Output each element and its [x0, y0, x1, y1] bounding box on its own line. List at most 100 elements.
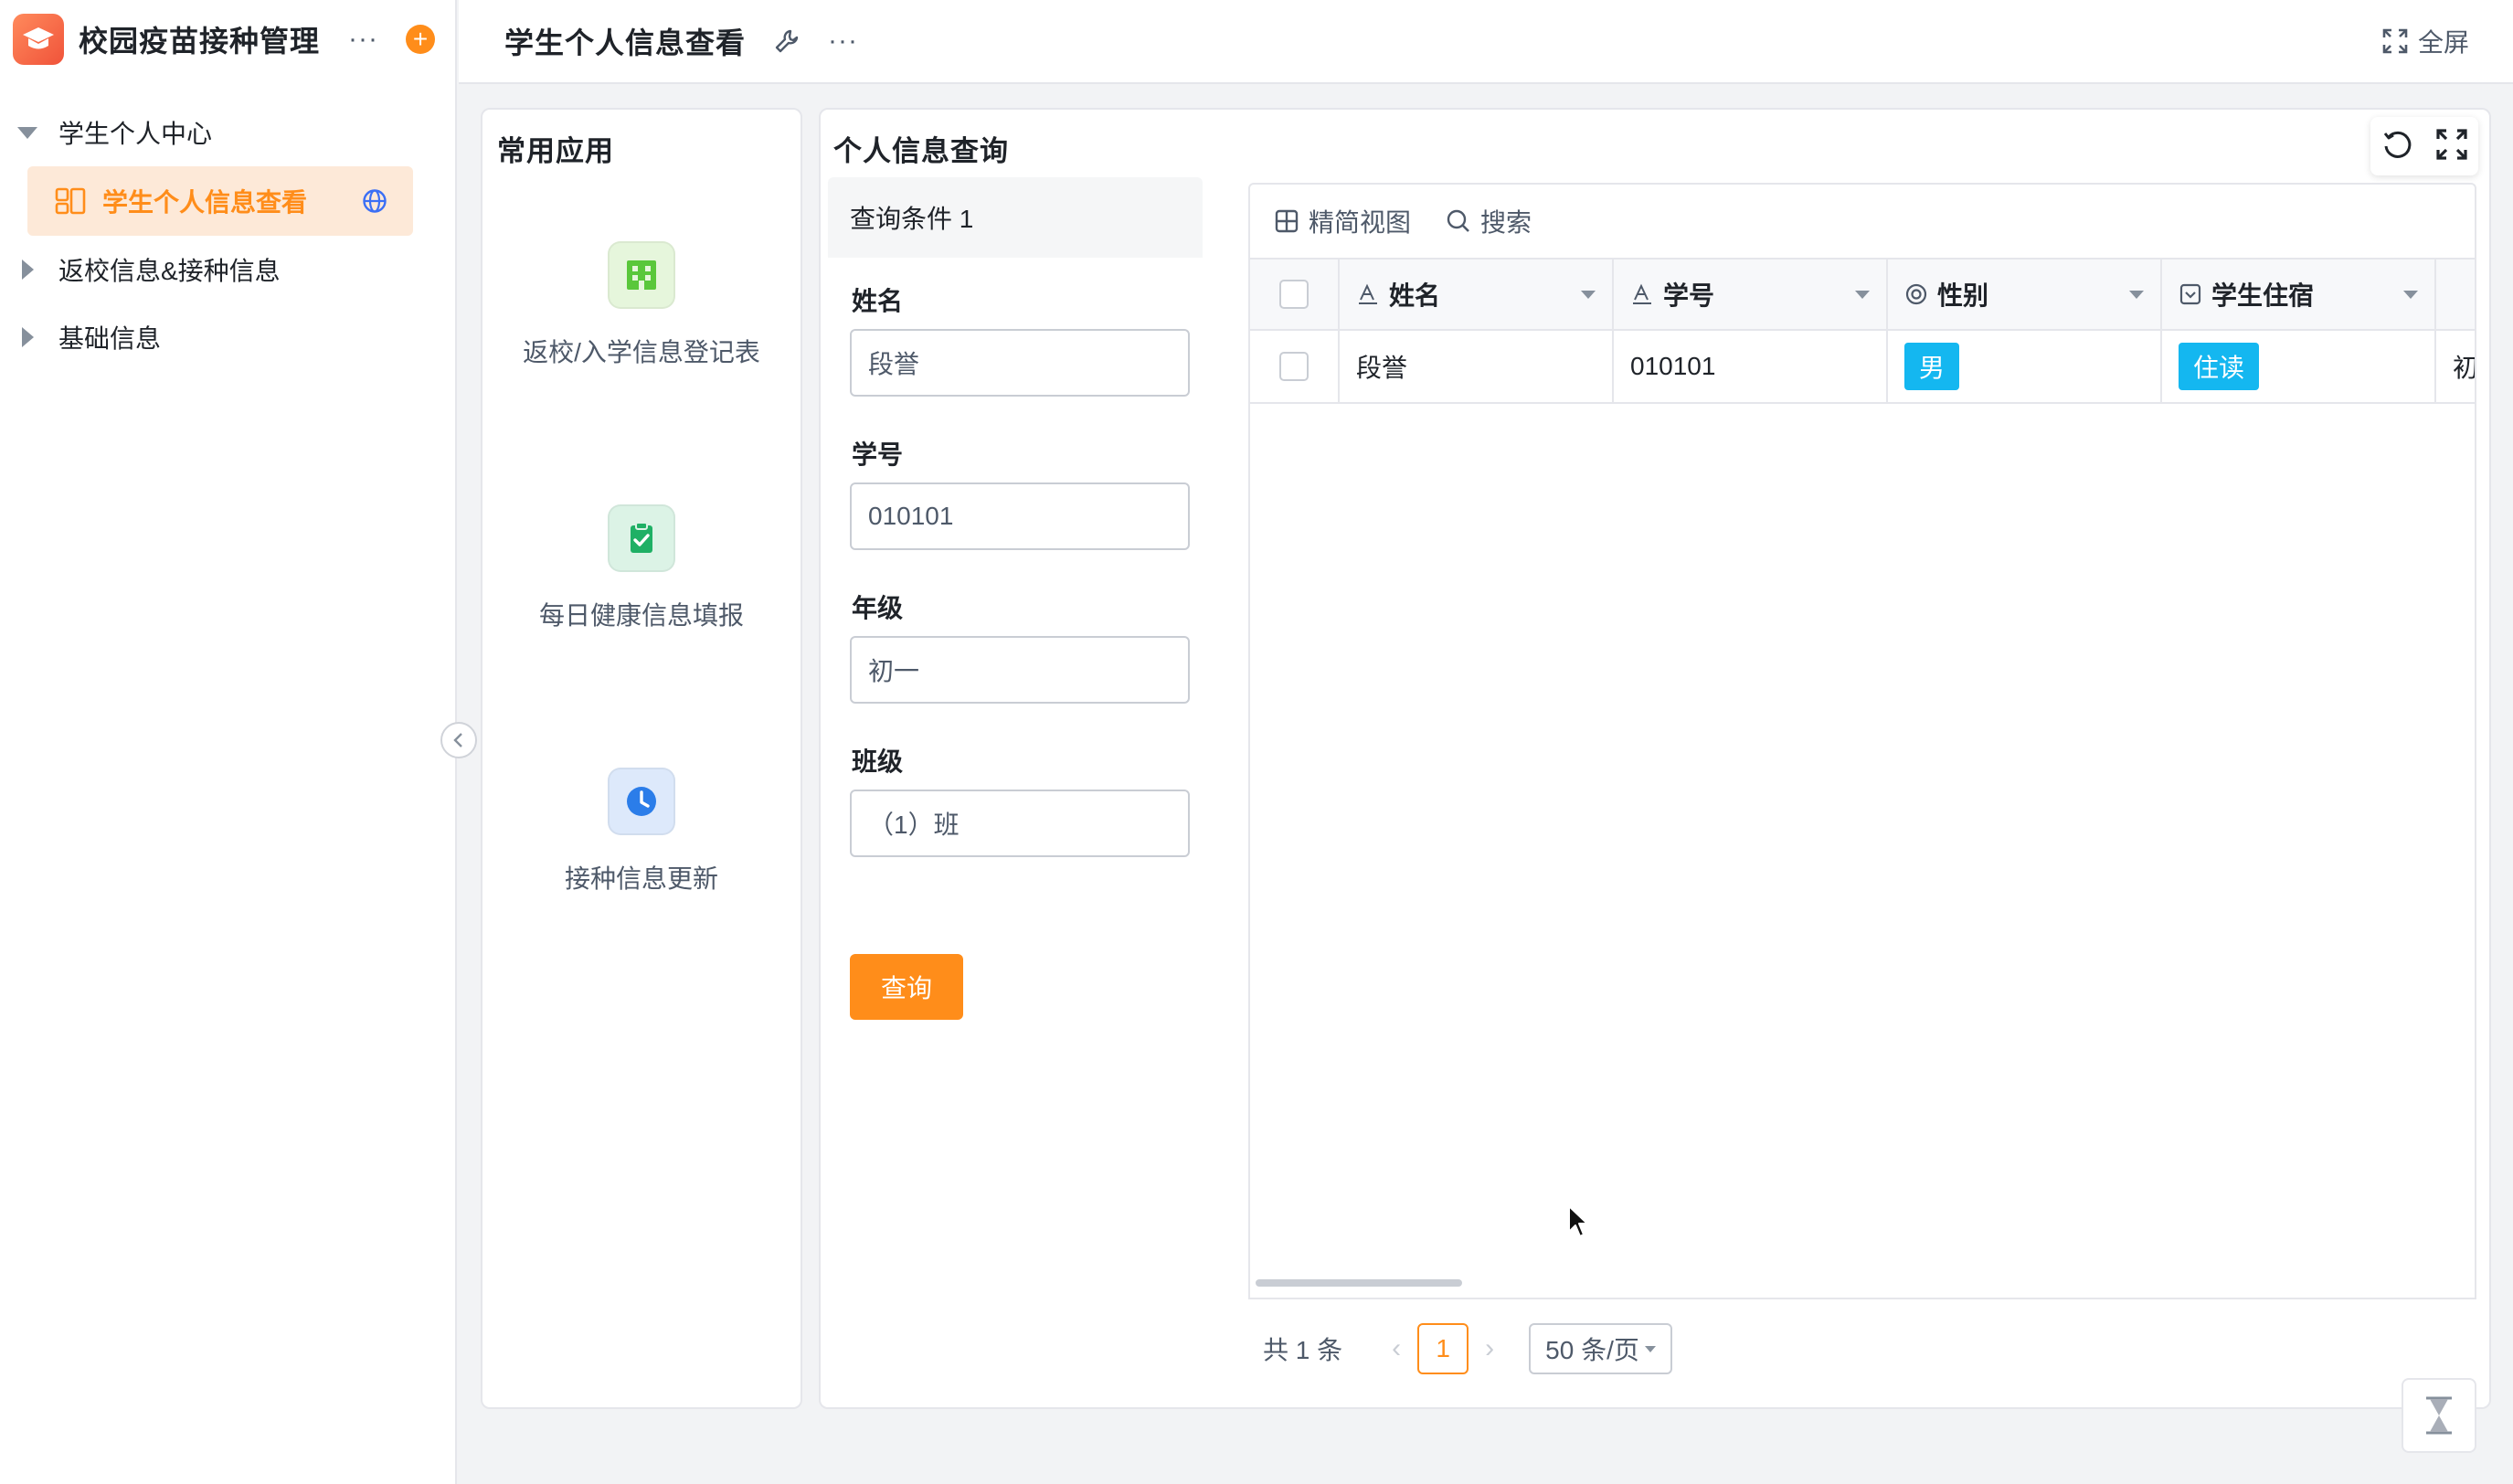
top-bar: 学生个人信息查看 ··· 全屏 — [459, 0, 2513, 84]
field-label-name: 姓名 — [852, 287, 904, 315]
chevron-right-icon — [16, 326, 38, 348]
app-title: 校园疫苗接种管理 — [79, 25, 321, 58]
app-label: 接种信息更新 — [564, 864, 718, 893]
sort-caret-icon[interactable] — [1855, 290, 1870, 299]
chevron-down-icon — [1644, 1345, 1656, 1352]
column-header-overflow — [2436, 260, 2475, 329]
gender-tag: 男 — [1904, 343, 1960, 390]
prev-page-icon[interactable]: ‹ — [1392, 1333, 1401, 1364]
expand-icon[interactable] — [2435, 128, 2468, 165]
query-condition-panel: 查询条件 1 姓名 段誉 学号 010101 年级 初一 班级 （1）班 查询 — [828, 177, 1203, 1402]
text-field-icon — [1359, 283, 1377, 304]
sidebar: 校园疫苗接种管理 ··· + 学生个人中心 学生个人信息查看 返校信息&接种信息… — [0, 0, 457, 1484]
sidebar-item-return-vaccine[interactable]: 返校信息&接种信息 — [0, 236, 455, 303]
page-title: 学生个人信息查看 — [504, 26, 747, 59]
select-all-checkbox[interactable] — [1279, 280, 1309, 309]
page-size-label: 50 条/页 — [1545, 1336, 1639, 1364]
app-entry-daily-health[interactable]: 每日健康信息填报 — [482, 504, 801, 632]
column-label: 学生住宿 — [2211, 281, 2315, 310]
cell-student-id: 010101 — [1614, 331, 1888, 402]
building-icon — [608, 241, 675, 309]
page-more-icon[interactable]: ··· — [828, 27, 858, 55]
sidebar-header: 校园疫苗接种管理 ··· + — [0, 0, 455, 79]
cell-name: 段誉 — [1340, 331, 1614, 402]
app-entry-vaccine-update[interactable]: 接种信息更新 — [482, 768, 801, 896]
pagination: 共 1 条 ‹ 1 › 50 条/页 — [1248, 1298, 2476, 1398]
wrench-icon[interactable] — [773, 27, 801, 55]
name-input[interactable]: 段誉 — [850, 329, 1190, 397]
sort-caret-icon[interactable] — [2129, 290, 2144, 299]
refresh-icon[interactable] — [2381, 128, 2414, 165]
app-label: 返校/入学信息登记表 — [523, 338, 760, 366]
app-more-icon[interactable]: ··· — [348, 26, 378, 53]
fullscreen-label: 全屏 — [2417, 28, 2469, 57]
add-icon[interactable]: + — [406, 25, 435, 54]
horizontal-scrollbar[interactable] — [1256, 1279, 1462, 1287]
sidebar-item-label: 学生个人中心 — [58, 120, 213, 148]
table-toolbar: 精简视图 搜索 — [1250, 185, 2475, 258]
sidebar-item-student-center[interactable]: 学生个人中心 — [0, 99, 455, 166]
column-label: 学号 — [1663, 281, 1715, 310]
row-checkbox[interactable] — [1279, 352, 1309, 381]
student-id-input[interactable]: 010101 — [850, 482, 1190, 550]
table-row[interactable]: 段誉 010101 男 住读 初 — [1250, 331, 2476, 404]
common-apps-title: 常用应用 — [497, 135, 614, 167]
field-label-student-id: 学号 — [852, 440, 904, 469]
column-header-name[interactable]: 姓名 — [1340, 260, 1614, 329]
search-label: 搜索 — [1480, 208, 1532, 237]
header-checkbox-cell — [1250, 260, 1340, 329]
sort-caret-icon[interactable] — [1581, 290, 1596, 299]
class-input[interactable]: （1）班 — [850, 790, 1190, 857]
cell-gender: 男 — [1888, 331, 2162, 402]
sidebar-item-label: 基础信息 — [58, 324, 162, 353]
hourglass-icon[interactable] — [2402, 1378, 2476, 1453]
chevron-left-icon — [453, 733, 462, 747]
globe-icon[interactable] — [362, 188, 387, 214]
page-number-button[interactable]: 1 — [1417, 1323, 1469, 1374]
condition-header: 查询条件 1 — [828, 177, 1203, 258]
query-button[interactable]: 查询 — [850, 954, 963, 1020]
grid-icon — [1275, 209, 1299, 233]
field-label-class: 班级 — [852, 747, 904, 776]
column-label: 性别 — [1937, 281, 1989, 310]
collapse-sidebar-button[interactable] — [440, 722, 477, 758]
page-size-select[interactable]: 50 条/页 — [1529, 1323, 1672, 1374]
dashboard-page-icon — [55, 187, 86, 215]
radio-field-icon — [1905, 283, 1927, 305]
grade-input[interactable]: 初一 — [850, 636, 1190, 704]
cell-grade-partial: 初 — [2453, 354, 2476, 382]
clock-icon — [608, 768, 675, 835]
chevron-down-icon — [16, 122, 38, 143]
sidebar-item-basic-info[interactable]: 基础信息 — [0, 303, 455, 371]
select-field-icon — [2179, 283, 2201, 305]
next-page-icon[interactable]: › — [1485, 1333, 1494, 1364]
query-title: 个人信息查询 — [833, 135, 1009, 167]
fullscreen-button[interactable]: 全屏 — [2381, 23, 2469, 59]
mouse-cursor-icon — [1566, 1204, 1590, 1244]
compact-view-button[interactable]: 精简视图 — [1274, 203, 1411, 239]
sidebar-item-label: 返校信息&接种信息 — [58, 257, 281, 285]
sort-caret-icon[interactable] — [2403, 290, 2418, 299]
chevron-right-icon — [16, 259, 38, 281]
sidebar-tree: 学生个人中心 学生个人信息查看 返校信息&接种信息 基础信息 — [0, 79, 455, 371]
graduation-cap-icon[interactable] — [13, 14, 64, 65]
search-button[interactable]: 搜索 — [1446, 203, 1532, 239]
common-apps-card: 常用应用 返校/入学信息登记表 每日健康信息填报 接种信息更新 — [481, 108, 802, 1409]
cell-dorm: 住读 — [2162, 331, 2436, 402]
app-label: 每日健康信息填报 — [538, 601, 744, 630]
pagination-total: 共 1 条 — [1263, 1336, 1343, 1364]
column-header-gender[interactable]: 性别 — [1888, 260, 2162, 329]
row-checkbox-cell — [1250, 331, 1340, 402]
column-header-student-id[interactable]: 学号 — [1614, 260, 1888, 329]
compact-view-label: 精简视图 — [1309, 208, 1412, 237]
search-icon — [1447, 209, 1469, 232]
fullscreen-icon — [2382, 28, 2408, 54]
sidebar-item-student-info[interactable]: 学生个人信息查看 — [27, 166, 413, 236]
column-label: 姓名 — [1389, 281, 1441, 310]
sidebar-item-label: 学生个人信息查看 — [102, 188, 308, 217]
text-field-icon — [1633, 283, 1651, 304]
column-header-dorm[interactable]: 学生住宿 — [2162, 260, 2436, 329]
table-header: 姓名 学号 性别 学生住宿 — [1250, 258, 2475, 331]
app-entry-return-registration[interactable]: 返校/入学信息登记表 — [482, 241, 801, 369]
personal-info-query-card: 个人信息查询 查询条件 1 姓名 段誉 学号 010101 年级 初一 班级 （… — [819, 108, 2491, 1409]
